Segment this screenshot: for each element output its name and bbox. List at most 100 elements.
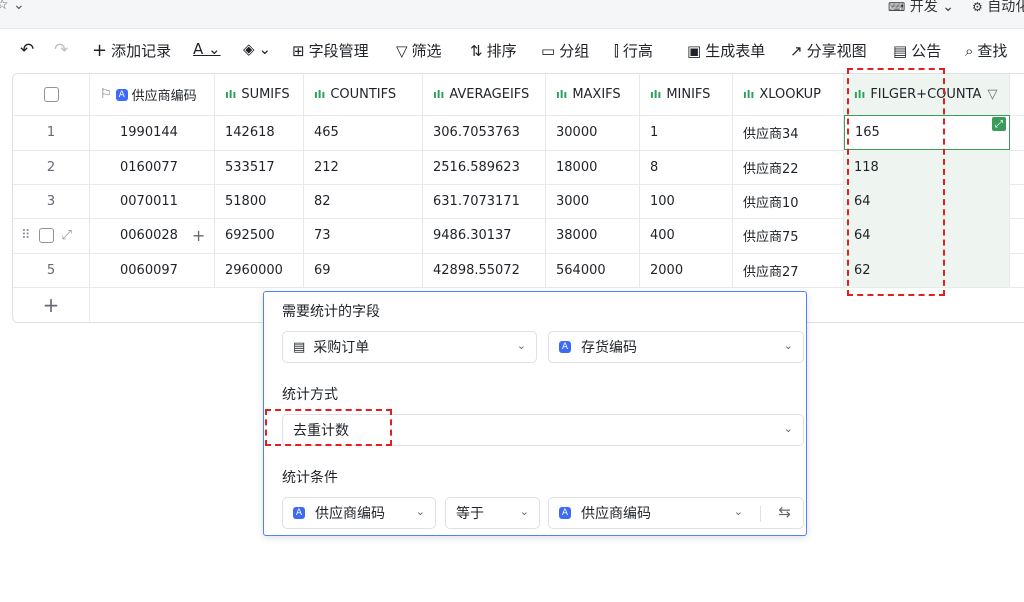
cell[interactable]: 118 — [844, 150, 1010, 184]
cell[interactable]: 供应商34 — [733, 115, 844, 150]
cell[interactable]: 0060028 + — [90, 218, 215, 253]
cell[interactable]: 533517 — [215, 150, 304, 184]
favorite-icon[interactable]: ☆ ⌄ — [0, 0, 25, 13]
expand-cell-icon[interactable]: ⤢ — [992, 117, 1006, 131]
cell[interactable]: 1990144 — [90, 115, 215, 150]
group-button[interactable]: ▭ 分组 — [541, 40, 589, 61]
generate-form-button[interactable]: ▣ 生成表单 — [687, 40, 765, 61]
chevron-down-icon: ⌄ — [783, 339, 793, 352]
cell[interactable]: 64 — [844, 218, 1010, 253]
condition-value-select[interactable]: A 供应商编码 ⌄ ⇆ — [548, 497, 804, 529]
row-checkbox[interactable] — [38, 228, 54, 243]
cell[interactable]: 82 — [304, 184, 423, 218]
cell[interactable]: 供应商22 — [733, 150, 844, 184]
condition-section-label: 统计条件 — [282, 470, 338, 486]
sort-button[interactable]: ⇅ 排序 — [470, 40, 517, 61]
chevron-down-icon: ⌄ — [415, 505, 425, 518]
active-cell[interactable]: 165 — [844, 115, 1010, 150]
cell[interactable]: 18000 — [546, 150, 640, 184]
field-select[interactable]: A 存货编码 ⌄ — [548, 331, 804, 363]
formula-icon: ılı — [743, 88, 755, 101]
table-row[interactable]: 3 0070011 51800 82 631.7073171 3000 100 … — [13, 184, 1024, 219]
header-supplier-code[interactable]: ⚐ A 供应商编码 — [90, 74, 215, 115]
cell[interactable]: 69 — [304, 253, 423, 287]
expand-row-icon[interactable]: ⤢ — [62, 228, 72, 243]
undo-button[interactable]: ↶ — [20, 40, 34, 60]
cell[interactable]: 供应商27 — [733, 253, 844, 287]
cell[interactable]: 0060097 — [90, 253, 215, 287]
share-view-button[interactable]: ↗ 分享视图 — [790, 40, 867, 61]
cell[interactable]: 0160077 — [90, 150, 215, 184]
filter-button[interactable]: ▽ 筛选 — [396, 40, 442, 61]
cell[interactable]: 62 — [844, 253, 1010, 287]
cell[interactable]: 38000 — [546, 218, 640, 253]
header-sumifs[interactable]: ılı SUMIFS — [215, 74, 304, 115]
cell[interactable]: 42898.55072 — [423, 253, 546, 287]
add-record-button[interactable]: + 添加记录 — [92, 40, 171, 61]
header-maxifs[interactable]: ılı MAXIFS — [546, 74, 640, 115]
method-select[interactable]: 去重计数 ⌄ — [282, 414, 804, 446]
table-row[interactable]: 5 0060097 2960000 69 42898.55072 564000 … — [13, 253, 1024, 288]
field-manage-button[interactable]: ⊞ 字段管理 — [292, 40, 369, 61]
header-countifs[interactable]: ılı COUNTIFS — [304, 74, 423, 115]
cell[interactable]: 631.7073171 — [423, 184, 546, 218]
filter-icon[interactable]: ▽ — [987, 87, 997, 102]
header-xlookup[interactable]: ılı XLOOKUP — [733, 74, 844, 115]
cell[interactable]: 564000 — [546, 253, 640, 287]
search-label: 查找 — [977, 42, 1008, 60]
notice-label: 公告 — [911, 42, 942, 60]
add-icon[interactable]: + — [192, 226, 205, 245]
cell[interactable]: 3000 — [546, 184, 640, 218]
cell[interactable]: 306.7053763 — [423, 115, 546, 150]
select-all-cell[interactable] — [13, 74, 90, 115]
drag-handle-icon[interactable]: ⠿ — [21, 228, 31, 243]
notice-button[interactable]: ▤ 公告 — [893, 40, 941, 61]
select-all-checkbox[interactable] — [43, 87, 59, 102]
condition-field-select[interactable]: A 供应商编码 ⌄ — [282, 497, 436, 529]
cell[interactable]: 100 — [640, 184, 733, 218]
text-color-button[interactable]: A ⌄ — [193, 40, 221, 58]
row-height-icon: ⫿ — [614, 41, 619, 60]
dev-menu[interactable]: ⌨ 开发 ⌄ — [888, 0, 954, 16]
table-row[interactable]: 1 1990144 142618 465 306.7053763 30000 1… — [13, 115, 1024, 151]
header-more[interactable] — [1010, 74, 1024, 115]
condition-operator-select[interactable]: 等于 ⌄ — [445, 497, 540, 529]
header-filger-counta[interactable]: ılı FILGER+COUNTA ▽ — [844, 74, 1010, 115]
redo-button[interactable]: ↷ — [54, 40, 68, 60]
cell[interactable]: 30000 — [546, 115, 640, 150]
cell[interactable]: 142618 — [215, 115, 304, 150]
cell[interactable]: 2960000 — [215, 253, 304, 287]
row-height-button[interactable]: ⫿ 行高 — [614, 40, 653, 61]
cell[interactable]: 51800 — [215, 184, 304, 218]
cell[interactable]: 692500 — [215, 218, 304, 253]
header-label: XLOOKUP — [759, 87, 821, 102]
top-bar: ☆ ⌄ ⌨ 开发 ⌄ ⚙ 自动化 — [0, 0, 1024, 29]
cell[interactable]: 供应商75 — [733, 218, 844, 253]
cell[interactable]: 212 — [304, 150, 423, 184]
add-row-button[interactable]: + — [13, 287, 90, 322]
cell[interactable]: 64 — [844, 184, 1010, 218]
automation-menu[interactable]: ⚙ 自动化 — [972, 0, 1024, 16]
cell[interactable]: 2516.589623 — [423, 150, 546, 184]
swap-icon[interactable]: ⇆ — [778, 503, 791, 521]
cell[interactable]: 供应商10 — [733, 184, 844, 218]
cell[interactable]: 2000 — [640, 253, 733, 287]
cell[interactable]: 1 — [640, 115, 733, 150]
share-icon: ↗ — [790, 41, 803, 60]
header-minifs[interactable]: ılı MINIFS — [640, 74, 733, 115]
cell[interactable]: 465 — [304, 115, 423, 150]
table-row-hovered[interactable]: ⠿ ⤢ 0060028 + 692500 73 9486.30137 38000… — [13, 218, 1024, 254]
cell[interactable]: 400 — [640, 218, 733, 253]
cell[interactable]: 73 — [304, 218, 423, 253]
header-label: 供应商编码 — [131, 89, 197, 104]
cell[interactable]: 9486.30137 — [423, 218, 546, 253]
formula-icon: ılı — [433, 88, 445, 101]
row-number: 5 — [13, 253, 90, 287]
header-averageifs[interactable]: ılı AVERAGEIFS — [423, 74, 546, 115]
table-row[interactable]: 2 0160077 533517 212 2516.589623 18000 8… — [13, 150, 1024, 185]
search-button[interactable]: ⌕ 查找 — [965, 40, 1007, 61]
cell[interactable]: 8 — [640, 150, 733, 184]
cell[interactable]: 0070011 — [90, 184, 215, 218]
fill-color-button[interactable]: ◈ ⌄ — [243, 40, 271, 58]
table-select[interactable]: ▤ 采购订单 ⌄ — [282, 331, 537, 363]
